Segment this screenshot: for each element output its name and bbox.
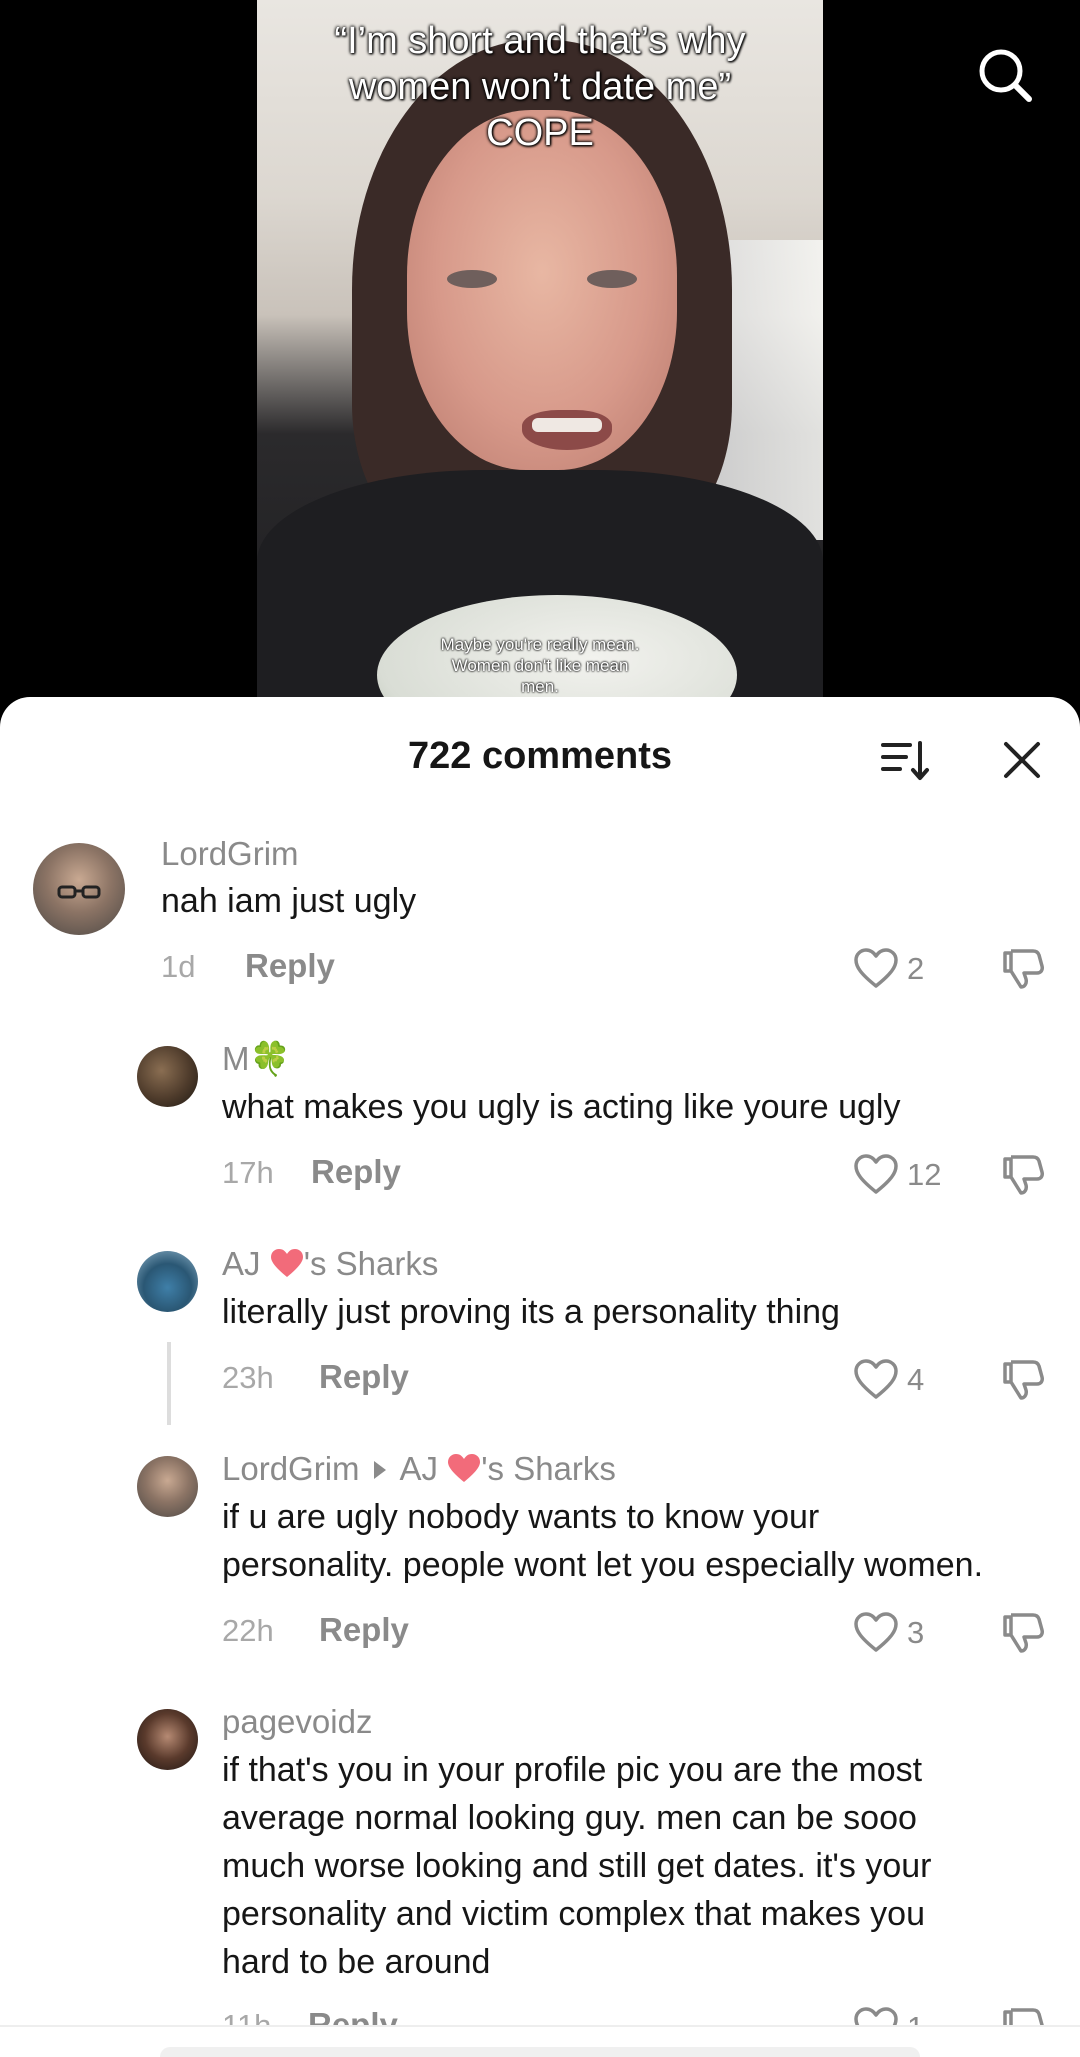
search-icon: [979, 49, 1032, 102]
comment-reply-item: AJ 's Sharks literally just proving its …: [0, 1245, 1080, 1405]
heart-outline-icon[interactable]: [853, 1611, 899, 1653]
comment-time: 23h: [222, 1360, 274, 1395]
thumbs-down-icon[interactable]: [1001, 1151, 1047, 1197]
thumbs-down-icon[interactable]: [1001, 1356, 1047, 1402]
comment-text: literally just proving its a personality…: [222, 1293, 840, 1331]
sort-icon: [881, 741, 929, 780]
video-caption-bottom: Maybe you're really mean. Women don't li…: [440, 635, 640, 696]
like-count: 12: [907, 1157, 942, 1192]
comment-reply-item: M🍀 what makes you ugly is acting like yo…: [0, 1040, 1080, 1200]
reply-button[interactable]: Reply: [319, 1611, 409, 1649]
avatar[interactable]: [137, 1046, 198, 1107]
comment-username[interactable]: LordGrim AJ 's Sharks: [222, 1450, 616, 1488]
video-caption-top: “I’m short and that’s why women won’t da…: [334, 20, 746, 154]
comment-time: 1d: [161, 949, 196, 984]
comment-reply-item: LordGrim AJ 's Sharks if u are ugly nobod…: [0, 1450, 1080, 1653]
comments-header: 722 comments: [0, 697, 1080, 807]
avatar[interactable]: [137, 1251, 198, 1312]
comment-item: LordGrim nah iam just ugly 1d Reply 2: [0, 835, 1080, 995]
close-icon: [1004, 742, 1040, 778]
comment-username[interactable]: AJ 's Sharks: [222, 1245, 438, 1283]
comment-username[interactable]: pagevoidz: [222, 1703, 372, 1741]
like-count: 2: [907, 951, 925, 986]
comment-text: if u are ugly nobody wants to know your …: [222, 1498, 984, 1584]
heart-emoji-icon: [448, 1454, 481, 1482]
comment-username[interactable]: LordGrim: [161, 835, 299, 873]
comment-text: what makes you ugly is acting like youre…: [222, 1088, 901, 1126]
clover-emoji: 🍀: [249, 1040, 291, 1077]
like-count: 3: [907, 1615, 925, 1650]
comment-time: 17h: [222, 1155, 274, 1190]
sort-button[interactable]: [880, 735, 930, 785]
comment-time: 22h: [222, 1613, 274, 1648]
reply-button[interactable]: Reply: [245, 947, 335, 985]
thumbs-down-icon[interactable]: [1001, 945, 1047, 991]
comment-input-field[interactable]: [160, 2047, 920, 2057]
reply-arrow-icon: [373, 1461, 386, 1480]
video-player[interactable]: “I’m short and that’s why women won’t da…: [257, 0, 823, 700]
heart-emoji-icon: [270, 1249, 303, 1277]
avatar[interactable]: [137, 1709, 198, 1770]
comment-username[interactable]: M🍀: [222, 1040, 291, 1079]
heart-outline-icon[interactable]: [853, 947, 899, 989]
heart-outline-icon[interactable]: [853, 1358, 899, 1400]
thread-line: [167, 1342, 171, 1425]
comment-text: if that's you in your profile pic you ar…: [222, 1751, 932, 1981]
like-count: 4: [907, 1362, 925, 1397]
heart-outline-icon[interactable]: [853, 1153, 899, 1195]
reply-button[interactable]: Reply: [319, 1358, 409, 1396]
avatar[interactable]: [33, 843, 125, 935]
reply-button[interactable]: Reply: [311, 1153, 401, 1191]
comment-text: nah iam just ugly: [161, 882, 417, 920]
search-button[interactable]: [975, 45, 1035, 105]
app-screen: “I’m short and that’s why women won’t da…: [0, 0, 1080, 2057]
close-button[interactable]: [997, 735, 1047, 785]
avatar[interactable]: [137, 1456, 198, 1517]
comment-reply-item: pagevoidz if that's you in your profile …: [0, 1703, 1080, 2033]
thumbs-down-icon[interactable]: [1001, 1609, 1047, 1655]
